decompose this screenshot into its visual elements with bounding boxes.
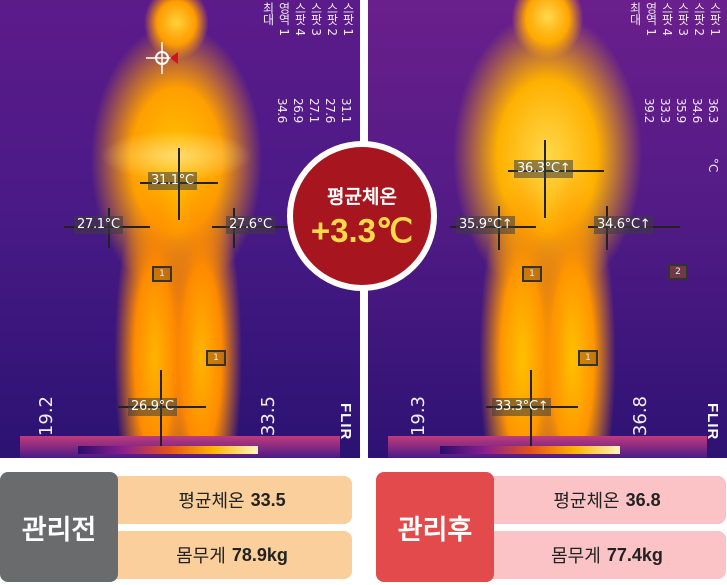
reading-ankle: 33.3°C↑ — [492, 398, 552, 416]
after-weight: 몸무게 77.4kg — [488, 531, 726, 579]
scale-max-label: 36.8 — [630, 395, 651, 436]
after-average-temperature: 평균체온 36.8 — [488, 476, 726, 524]
spot-legend-values: 31.1 27.6 27.1 26.9 34.6 — [275, 98, 353, 123]
crosshair-target-icon — [146, 42, 178, 74]
reading-left-hip: 35.9°C↑ — [456, 216, 516, 234]
unit-label: °C — [706, 158, 720, 173]
before-tag: 관리전 — [0, 472, 118, 582]
reading-ankle: 26.9°C — [128, 398, 177, 416]
before-average-temperature: 평균체온 33.5 — [112, 476, 352, 524]
scale-max-label: 33.5 — [258, 395, 279, 436]
average-temperature-badge: 평균체온 +3.3℃ — [287, 141, 437, 291]
scale-min-label: 19.2 — [36, 395, 57, 436]
reading-left-hip: 27.1°C — [74, 216, 123, 234]
reading-right-hip: 27.6°C — [226, 216, 275, 234]
flir-logo: FLIR — [704, 402, 721, 440]
spot-legend-values: 36.3 34.6 35.9 33.3 39.2 — [642, 98, 720, 123]
before-weight: 몸무게 78.9kg — [112, 531, 352, 579]
badge-label: 평균체온 — [327, 186, 397, 208]
spot-legend: 스팟 1 스팟 2 스팟 3 스팟 4 영역 1 최대 — [261, 2, 355, 36]
spot-legend: 스팟 1 스팟 2 스팟 3 스팟 4 영역 1 최대 — [628, 2, 722, 36]
flir-logo: FLIR — [337, 402, 354, 440]
badge-value: +3.3℃ — [310, 211, 414, 249]
reading-right-hip: 34.6°C↑ — [594, 216, 654, 234]
reading-abdomen: 36.3°C↑ — [514, 160, 574, 178]
temperature-scale-bar — [78, 446, 258, 454]
scale-min-label: 19.3 — [408, 395, 429, 436]
temperature-scale-bar — [440, 446, 620, 454]
after-tag: 관리후 — [376, 472, 494, 582]
reading-chest: 31.1°C — [148, 172, 197, 190]
